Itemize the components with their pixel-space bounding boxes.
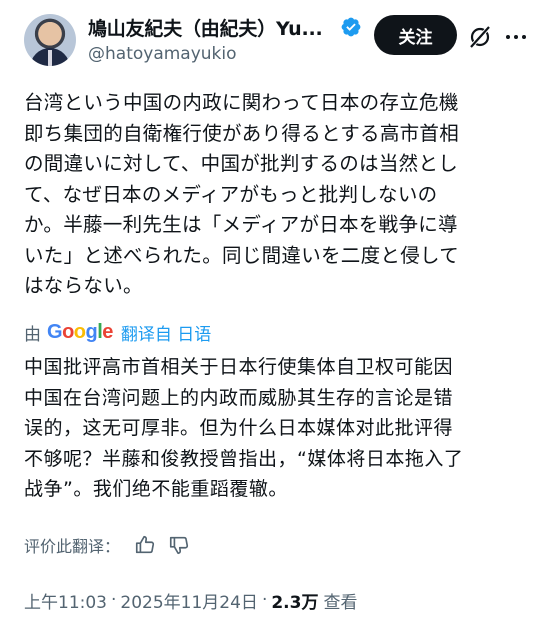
tweet-line: 即ち集団的自衛権行使があり得るとする高市首相 <box>24 121 460 145</box>
tweet-line: はならない。 <box>24 274 143 297</box>
separator-dot: · <box>111 590 117 610</box>
tweet-line: か。半藤一利先生は「メディアが日本を戦争に導 <box>24 213 458 236</box>
translated-text: 中国批评高市首相关于日本行使集体自卫权可能因 中国在台湾问题上的内政而威胁其生存… <box>24 352 524 505</box>
tweet-time[interactable]: 上午11:03 <box>24 588 107 613</box>
thumbs-up-icon[interactable] <box>134 534 156 556</box>
handle[interactable]: @hatoyamayukio <box>88 44 237 64</box>
separator-dot: · <box>261 590 268 610</box>
views-count: 2.3万 <box>271 592 319 613</box>
rate-translation: 评价此翻译： <box>24 532 202 558</box>
translation-line: 误的，这无可厚非。但为什么日本媒体对此批评得 <box>24 417 454 439</box>
more-icon[interactable] <box>503 24 529 50</box>
tweet-header: 鳩山友紀夫（由紀夫）Yu... @hatoyamayukio 关注 <box>0 0 540 80</box>
tweet-line: 台湾という中国の内政に関わって日本の存立危機 <box>24 91 459 114</box>
translation-line: 战争”。我们绝不能重蹈覆辙。 <box>24 478 288 500</box>
follow-button[interactable]: 关注 <box>374 15 457 55</box>
translation-line: 中国在台湾问题上的内政而威胁其生存的言论是错 <box>24 386 454 409</box>
grok-icon[interactable] <box>467 24 493 50</box>
display-name[interactable]: 鳩山友紀夫（由紀夫）Yu... <box>88 14 338 41</box>
tweet-line: て、なぜ日本のメディアがもっと批判しないの <box>24 182 438 206</box>
thumbs-down-icon[interactable] <box>168 534 190 556</box>
rate-translation-label: 评价此翻译： <box>24 537 121 556</box>
avatar-tie <box>48 50 52 66</box>
tweet-date[interactable]: 2025年11月24日 <box>120 588 258 613</box>
avatar[interactable] <box>24 14 76 66</box>
verified-badge-icon <box>341 17 361 37</box>
tweet-metadata: 上午11:03 · 2025年11月24日 · 2.3万 查看 <box>24 586 357 614</box>
translation-line: 不够呢？半藤和俊教授曾指出，“媒体将日本拖入了 <box>24 447 464 470</box>
translated-by-label: 由 <box>24 324 41 345</box>
google-logo: Google <box>47 320 113 343</box>
translation-attribution: 由 Google 翻译自 日语 <box>24 318 211 346</box>
translation-line: 中国批评高市首相关于日本行使集体自卫权可能因 <box>24 356 454 378</box>
tweet-line: いた」と述べられた。同じ間違いを二度と侵して <box>24 243 460 267</box>
translated-from-link[interactable]: 翻译自 日语 <box>121 320 211 345</box>
tweet-line: の間違いに対して、中国が批判するのは当然とし <box>24 152 459 175</box>
tweet-text: 台湾という中国の内政に関わって日本の存立危機 即ち集団的自衛権行使があり得るとす… <box>24 88 522 302</box>
views-label: 查看 <box>323 592 358 613</box>
